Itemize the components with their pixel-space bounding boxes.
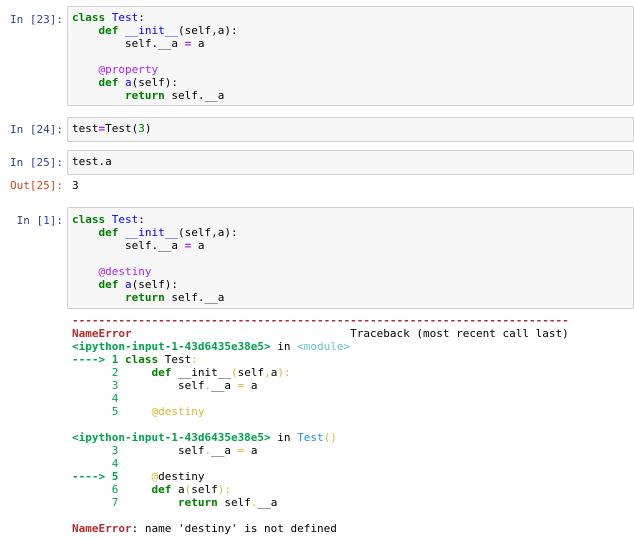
code-editor[interactable] (67, 117, 634, 142)
output-area-25: Out[25]: 3 (0, 178, 634, 194)
code-cell-24[interactable]: In [24]: test=Test(3) (0, 117, 634, 142)
code-text: class Test: def __init__(self,a): self._… (72, 213, 238, 304)
traceback-text: ----------------------------------------… (72, 314, 569, 535)
code-text: class Test: def __init__(self,a): self._… (72, 11, 238, 102)
input-prompt: In [25]: (10, 156, 63, 169)
code-cell-25[interactable]: In [25]: test.a (0, 150, 634, 175)
code-text: test=Test(3) (72, 122, 152, 135)
code-editor[interactable] (67, 150, 634, 175)
input-prompt: In [1]: (16, 214, 63, 227)
error-output: ----------------------------------------… (0, 312, 634, 540)
code-cell-1[interactable]: In [1]: class Test: def __init__(self,a)… (0, 207, 634, 309)
output-prompt: Out[25]: (10, 179, 63, 192)
code-text: test.a (72, 155, 112, 168)
output-value: 3 (72, 179, 79, 192)
code-cell-23[interactable]: In [23]: class Test: def __init__(self,a… (0, 6, 634, 106)
input-prompt: In [23]: (10, 13, 63, 26)
input-prompt: In [24]: (10, 123, 63, 136)
